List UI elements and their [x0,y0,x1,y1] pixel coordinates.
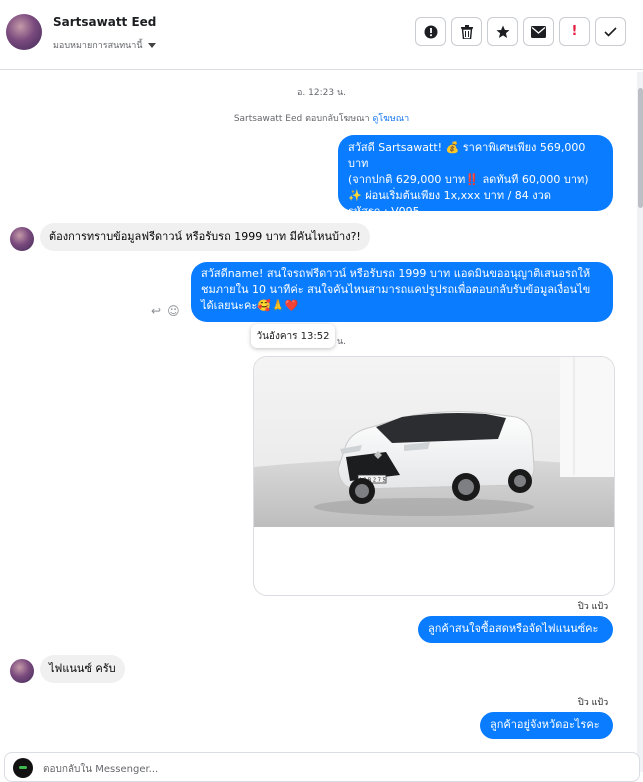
ad-reply-text: Sartsawatt Eed ตอบกลับโฆษณา [233,114,370,124]
contact-avatar[interactable] [6,14,42,50]
star-icon [496,25,509,38]
seen-by-label: ปิว แป้ว [578,698,609,708]
message-line: รหัสรถ : V095 [348,205,420,218]
report-button[interactable] [415,17,446,46]
conversation-toolbar: ! [415,17,626,46]
message-actions: ↩ ☺ [151,304,180,318]
envelope-icon [531,25,546,38]
mark-unread-button[interactable] [523,17,554,46]
message-line: ได้เลยนะคะ🥰🙏❤️ [201,299,299,312]
contact-name[interactable]: Sartsawatt Eed [53,15,156,29]
thread-timestamp: อ. 12:23 น. [297,88,346,98]
ad-reply-notice: Sartsawatt Eed ตอบกลับโฆษณา ดูโฆษณา [0,111,643,125]
exclamation-icon: ! [571,24,578,39]
scrollbar-thumb[interactable] [638,88,643,208]
trash-icon [460,24,473,39]
messenger-page-avatar [13,758,33,778]
alert-circle-icon [424,25,437,38]
tooltip-trailing-text: น. [337,337,347,347]
conversation-header: Sartsawatt Eed มอบหมายการสนทนานี้ ! [0,0,643,70]
emoji-react-icon[interactable]: ☺ [167,304,180,318]
assign-conversation-label: มอบหมายการสนทนานี้ [53,41,143,51]
done-button[interactable] [595,17,626,46]
assign-conversation-dropdown[interactable]: มอบหมายการสนทนานี้ [53,38,156,52]
view-ad-link[interactable]: ดูโฆษณา [372,114,409,124]
message-line: (จากปกติ 629,000 บาท‼️ ลดทันที 60,000 บา… [348,173,589,186]
message-bubble-incoming[interactable]: ไฟแนนซ์ ครับ [40,655,125,683]
message-line: สวัสดี Sartsawatt! 💰 ราคาพิเศษเพียง 569,… [348,141,586,170]
message-bubble-incoming[interactable]: ต้องการทราบข้อมูลฟรีดาวน์ หรือรับรถ 1999… [40,223,370,251]
message-line: สวัสดีname! สนใจรถฟรีดาวน์ หรือรับรถ 199… [201,267,591,280]
contact-avatar-small[interactable] [10,227,34,251]
reply-icon[interactable]: ↩ [151,304,161,318]
message-line: ✨ ผ่อนเริ่มต้นเพียง 1x,xxx บาท / 84 งวด [348,189,551,202]
message-bubble-outgoing[interactable]: ลูกค้าอยู่จังหวัดอะไรคะ [480,712,613,739]
car-photo[interactable]: 4 9 R 2 7 5 [254,357,614,527]
contact-avatar-small[interactable] [10,659,34,683]
seen-by-label: ปิว แป้ว [578,602,609,612]
star-button[interactable] [487,17,518,46]
message-line: ชมภายใน 10 นาทีค่ะ สนใจคันไหนสามารถแคปรู… [201,283,591,296]
message-bubble-outgoing[interactable]: สวัสดีname! สนใจรถฟรีดาวน์ หรือรับรถ 199… [191,262,613,322]
delete-button[interactable] [451,17,482,46]
message-bubble-outgoing[interactable]: ลูกค้าสนใจซื้อสดหรือจัดไฟแนนซ์คะ [418,616,613,643]
image-attachment-card[interactable]: 4 9 R 2 7 5 [253,356,615,596]
reply-composer[interactable]: ตอบกลับใน Messenger... [4,752,640,782]
spam-button[interactable]: ! [559,17,590,46]
message-bubble-outgoing[interactable]: สวัสดี Sartsawatt! 💰 ราคาพิเศษเพียง 569,… [338,135,613,218]
chevron-down-icon [147,42,156,48]
checkmark-icon [604,26,617,37]
message-time-tooltip: วันอังคาร 13:52 [251,324,335,348]
